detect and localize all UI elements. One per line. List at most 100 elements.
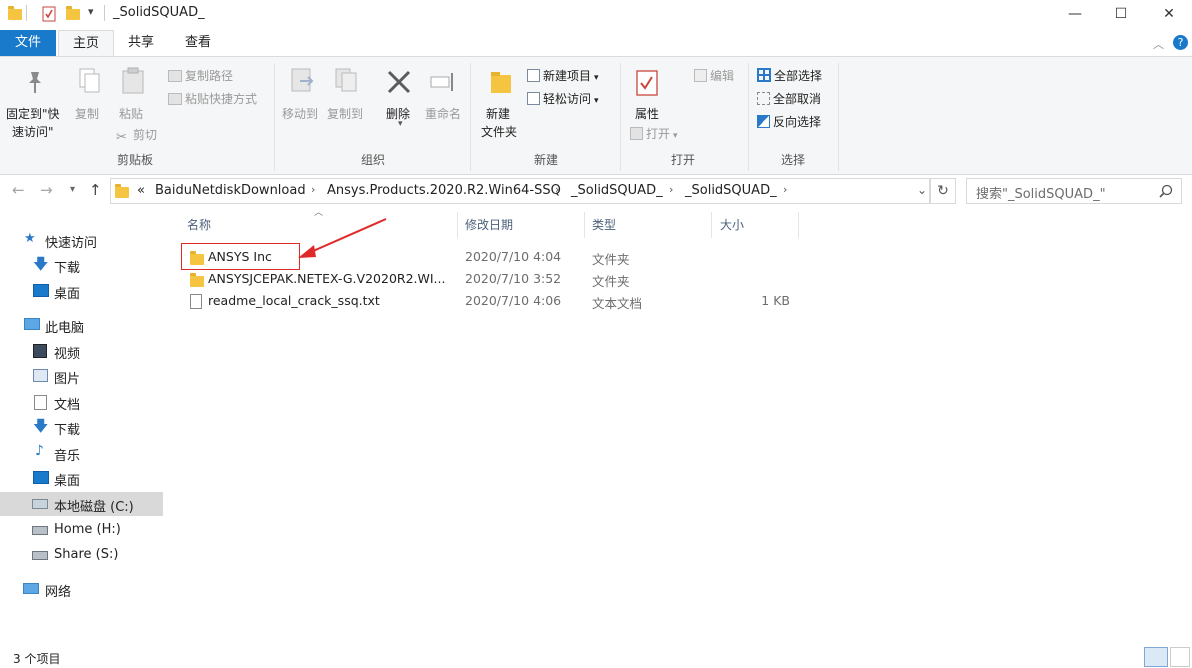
clipboard-group-label: 剪贴板: [116, 153, 153, 167]
nav-label: 本地磁盘 (C:): [54, 500, 134, 515]
help-icon[interactable]: ?: [1173, 35, 1188, 50]
nav-qa-downloads[interactable]: 🡇 下载: [0, 253, 163, 277]
file-modified: 2020/7/10 3:52: [465, 271, 562, 286]
nav-desktop[interactable]: 桌面: [0, 466, 163, 490]
desktop-icon: [33, 284, 49, 297]
nav-music[interactable]: ♪ 音乐: [0, 441, 163, 465]
nav-qa-desktop[interactable]: 桌面: [0, 279, 163, 303]
nav-documents[interactable]: 文档: [0, 390, 163, 414]
nav-label: 图片: [54, 372, 81, 387]
refresh-icon[interactable]: ↻: [930, 178, 956, 204]
nav-quick-access[interactable]: ★ 快速访问: [0, 228, 163, 252]
chevron-right-icon[interactable]: ›: [669, 183, 673, 196]
forward-button[interactable]: →: [40, 181, 53, 199]
tab-view[interactable]: 查看: [172, 30, 224, 56]
chevron-down-icon[interactable]: ⌄: [917, 183, 927, 197]
breadcrumb-item[interactable]: _SolidSQUAD_: [685, 183, 777, 198]
new-group-label: 新建: [533, 153, 558, 167]
new-folder-button[interactable]: 新建: [486, 105, 510, 122]
select-all-button[interactable]: 全部选择: [757, 67, 822, 84]
move-to-button[interactable]: 移动到: [282, 105, 318, 122]
column-divider[interactable]: [711, 212, 712, 238]
back-button[interactable]: ←: [12, 181, 25, 199]
highlight-box: [181, 243, 300, 270]
column-header-type[interactable]: 类型: [592, 216, 616, 233]
breadcrumb-item[interactable]: Ansys.Products.2020.R2.Win64-SSQ: [327, 183, 561, 198]
new-item-button[interactable]: 新建项目 ▾: [527, 67, 599, 84]
address-bar[interactable]: « BaiduNetdiskDownload › Ansys.Products.…: [110, 178, 930, 204]
folder-icon: [8, 6, 22, 22]
network-icon: [23, 583, 39, 594]
invert-selection-label: 反向选择: [773, 115, 822, 129]
easy-access-button[interactable]: 轻松访问 ▾: [527, 90, 599, 107]
invert-selection-button[interactable]: 反向选择: [757, 113, 821, 130]
edit-button[interactable]: 编辑: [694, 67, 734, 84]
network-drive-icon: [32, 551, 48, 560]
rename-button[interactable]: 重命名: [425, 105, 461, 122]
chevron-down-icon: ▾: [673, 131, 678, 141]
folder-icon: [115, 183, 129, 198]
chevron-right-icon[interactable]: ›: [555, 183, 559, 196]
chevron-down-icon: ▾: [594, 73, 599, 83]
table-row[interactable]: readme_local_crack_ssq.txt 2020/7/10 4:0…: [180, 290, 800, 312]
column-divider[interactable]: [584, 212, 585, 238]
file-name: readme_local_crack_ssq.txt: [208, 293, 380, 308]
column-header-size[interactable]: 大小: [720, 216, 744, 233]
collapse-ribbon-icon[interactable]: ︿: [1153, 36, 1164, 52]
nav-network[interactable]: 网络: [0, 577, 163, 601]
chevron-right-icon[interactable]: ›: [311, 183, 315, 196]
search-placeholder: 搜索"_SolidSQUAD_": [976, 187, 1106, 202]
chevron-down-icon: ▾: [594, 96, 599, 106]
copy-button[interactable]: 复制: [75, 105, 99, 122]
paste-shortcut-button[interactable]: 粘贴快捷方式: [168, 90, 257, 107]
chevron-right-icon[interactable]: ›: [783, 183, 787, 196]
properties-icon: [636, 70, 658, 96]
properties-icon[interactable]: [41, 6, 57, 22]
table-row[interactable]: ANSYSJCEPAK.NETEX-G.V2020R2.WI... 2020/7…: [180, 268, 800, 290]
nav-share-drive[interactable]: Share (S:): [0, 543, 163, 567]
tab-file[interactable]: 文件: [0, 30, 56, 56]
maximize-button[interactable]: ☐: [1098, 0, 1144, 28]
column-divider[interactable]: [798, 212, 799, 238]
customize-qat-icon[interactable]: ▾: [88, 5, 94, 21]
breadcrumb-overflow[interactable]: «: [137, 183, 145, 198]
select-none-button[interactable]: 全部取消: [757, 90, 821, 107]
nav-label: 桌面: [54, 287, 81, 302]
details-view-icon[interactable]: [1144, 647, 1168, 667]
open-button[interactable]: 打开 ▾: [630, 125, 678, 142]
separator: [104, 5, 105, 21]
nav-videos[interactable]: 视频: [0, 339, 163, 363]
tab-home[interactable]: 主页: [58, 30, 114, 57]
copy-path-button[interactable]: 复制路径: [168, 67, 233, 84]
breadcrumb-item[interactable]: BaiduNetdiskDownload: [155, 183, 306, 198]
large-icons-view-icon[interactable]: [1170, 647, 1190, 667]
column-header-modified[interactable]: 修改日期: [465, 216, 513, 233]
open-label: 打开: [646, 127, 671, 141]
new-folder-icon[interactable]: [66, 6, 80, 22]
recent-locations-button[interactable]: ▾: [70, 184, 75, 195]
close-button[interactable]: ✕: [1146, 0, 1192, 28]
cut-button[interactable]: ✂ 剪切: [116, 126, 157, 145]
nav-local-disk[interactable]: 本地磁盘 (C:): [0, 492, 163, 516]
copy-icon: [79, 68, 100, 93]
minimize-button[interactable]: —: [1052, 0, 1098, 28]
column-divider[interactable]: [457, 212, 458, 238]
properties-button[interactable]: 属性: [635, 105, 659, 122]
breadcrumb-item[interactable]: _SolidSQUAD_: [571, 183, 663, 198]
up-button[interactable]: ↑: [89, 181, 102, 199]
pin-to-quick-access-button[interactable]: 固定到"快: [6, 105, 60, 122]
new-folder-label-2: 文件夹: [481, 125, 518, 139]
tab-share[interactable]: 共享: [116, 30, 166, 56]
chevron-down-icon[interactable]: ▾: [398, 119, 403, 129]
star-icon: ★: [24, 231, 36, 246]
nav-this-pc[interactable]: 此电脑: [0, 313, 163, 337]
select-none-label: 全部取消: [773, 92, 822, 106]
column-header-name[interactable]: 名称: [187, 216, 211, 233]
search-box[interactable]: 搜索"_SolidSQUAD_": [966, 178, 1182, 204]
nav-home-drive[interactable]: Home (H:): [0, 518, 163, 542]
download-arrow-icon: 🡇: [33, 417, 49, 435]
nav-downloads[interactable]: 🡇 下载: [0, 415, 163, 439]
copy-to-button[interactable]: 复制到: [327, 105, 363, 122]
paste-button[interactable]: 粘贴: [119, 105, 143, 122]
nav-pictures[interactable]: 图片: [0, 364, 163, 388]
